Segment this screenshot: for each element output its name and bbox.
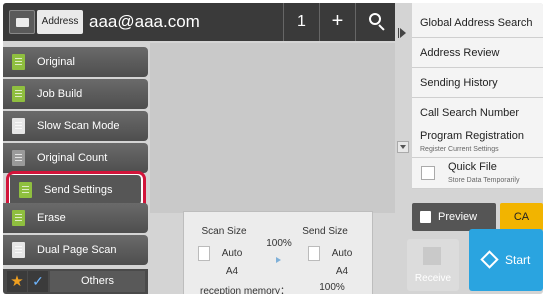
receive-icon xyxy=(423,247,441,265)
preview-button[interactable]: Preview xyxy=(412,203,496,231)
address-bar: Address aaa@aaa.com 1 + xyxy=(3,3,395,41)
left-menu: Original Job Build Slow Scan Mode Origin… xyxy=(3,43,148,267)
arrow-icon xyxy=(276,257,281,263)
status-box: Scan Size Auto A4 100% Send Size Auto A4… xyxy=(183,211,373,294)
program-registration-label: Program Registration xyxy=(420,130,524,142)
dual-page-icon xyxy=(12,242,25,258)
receive-button[interactable]: Receive xyxy=(407,239,459,291)
menu-item-slow-scan[interactable]: Slow Scan Mode xyxy=(3,111,148,141)
address-input[interactable]: aaa@aaa.com xyxy=(89,10,200,34)
ca-button[interactable]: CA xyxy=(500,203,543,231)
reception-memory-value: 100% xyxy=(319,282,345,293)
menu-item-label: Send Settings xyxy=(44,184,113,196)
send-size-label: Send Size xyxy=(302,226,348,237)
menu-item-original-count[interactable]: Original Count xyxy=(3,143,148,173)
quick-file-sub: Store Data Temporarily xyxy=(448,177,520,184)
quick-file-button[interactable]: Quick File Store Data Temporarily xyxy=(412,158,543,189)
menu-item-label: Dual Page Scan xyxy=(37,244,117,256)
menu-item-original[interactable]: Original xyxy=(3,47,148,77)
erase-icon xyxy=(12,210,25,226)
menu-item-send-settings[interactable]: Send Settings xyxy=(10,175,141,205)
quick-file-label: Quick File xyxy=(448,161,497,173)
send-page-icon xyxy=(308,246,320,261)
start-label: Start xyxy=(505,253,531,267)
menu-item-dual-page-scan[interactable]: Dual Page Scan xyxy=(3,235,148,265)
ratio-value: 100% xyxy=(266,238,292,249)
others-button[interactable]: Others xyxy=(50,271,145,292)
job-build-icon xyxy=(12,86,25,102)
count-icon xyxy=(12,150,25,166)
menu-item-erase[interactable]: Erase xyxy=(3,203,148,233)
start-button[interactable]: Start xyxy=(469,229,543,291)
scan-paper-size: A4 xyxy=(225,266,239,277)
screen-frame: Address aaa@aaa.com 1 + Original Job Bui… xyxy=(3,3,543,294)
send-paper-size: A4 xyxy=(335,266,349,277)
receive-label: Receive xyxy=(414,273,452,284)
preview-area xyxy=(150,43,395,213)
menu-item-label: Erase xyxy=(37,212,66,224)
address-count: 1 xyxy=(283,3,319,41)
send-size-value: Auto xyxy=(331,248,353,259)
add-address-button[interactable]: + xyxy=(319,3,355,41)
address-book-icon[interactable] xyxy=(9,10,35,34)
preview-label: Preview xyxy=(438,211,478,223)
global-address-search-button[interactable]: Global Address Search xyxy=(412,9,543,38)
address-label[interactable]: Address xyxy=(37,10,83,34)
reception-memory-label: reception memory： xyxy=(199,286,291,294)
quick-file-checkbox[interactable] xyxy=(421,166,435,180)
slow-scan-icon xyxy=(12,118,25,134)
program-registration-sub: Register Current Settings xyxy=(420,146,499,153)
favorite-star-icon[interactable]: ★ xyxy=(7,271,27,292)
scan-size-value: Auto xyxy=(221,248,243,259)
document-icon xyxy=(12,54,25,70)
address-review-button[interactable]: Address Review xyxy=(412,39,543,68)
menu-item-label: Job Build xyxy=(37,88,83,100)
menu-item-job-build[interactable]: Job Build xyxy=(3,79,148,109)
search-button[interactable] xyxy=(355,3,395,41)
menu-item-label: Original Count xyxy=(37,152,108,164)
start-icon xyxy=(480,250,499,269)
check-icon[interactable]: ✓ xyxy=(28,271,48,292)
sending-history-button[interactable]: Sending History xyxy=(412,69,543,98)
bottom-left-bar: ★ ✓ Others xyxy=(3,269,148,294)
preview-icon xyxy=(420,211,431,223)
program-registration-button[interactable]: Program Registration Register Current Se… xyxy=(412,127,543,158)
send-settings-icon xyxy=(19,182,32,198)
menu-item-label: Slow Scan Mode xyxy=(37,120,120,132)
menu-item-label: Original xyxy=(37,56,75,68)
scroll-down-icon[interactable] xyxy=(397,141,409,153)
call-search-number-button[interactable]: Call Search Number xyxy=(412,99,543,128)
scan-size-label: Scan Size xyxy=(201,226,247,237)
scan-page-icon xyxy=(198,246,210,261)
right-panel: Global Address Search Address Review Sen… xyxy=(412,3,543,189)
panel-collapse-icon[interactable] xyxy=(397,19,410,49)
